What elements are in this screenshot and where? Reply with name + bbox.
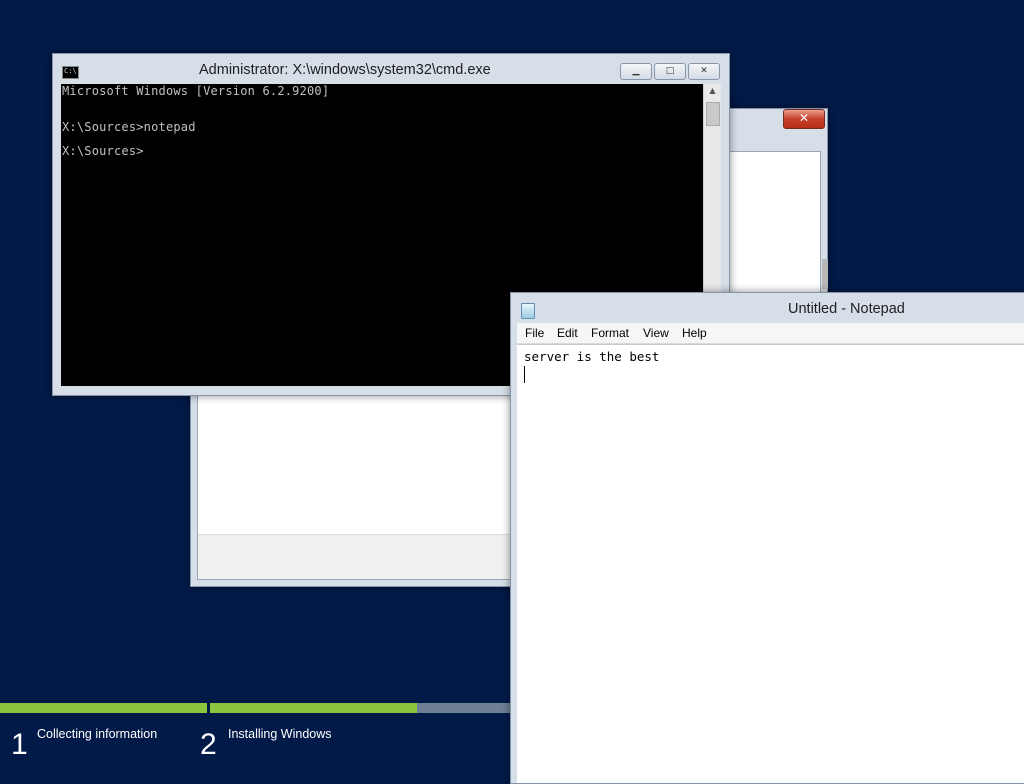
close-icon: ✕: [700, 66, 708, 76]
notepad-icon: [521, 303, 535, 319]
close-icon: ✕: [798, 111, 810, 125]
progress-fill-installing: [210, 703, 417, 713]
progress-bar-installing: [210, 703, 510, 713]
console-line: Microsoft Windows [Version 6.2.9200]: [62, 84, 330, 98]
setup-close-button[interactable]: ✕: [783, 109, 825, 129]
scroll-thumb[interactable]: [706, 102, 720, 126]
cmd-close-button[interactable]: ✕: [688, 63, 720, 80]
setup-scroll-thumb[interactable]: [822, 259, 828, 289]
console-line: X:\Sources>notepad: [62, 120, 196, 134]
menu-format[interactable]: Format: [591, 326, 629, 340]
notepad-text: server is the best: [524, 349, 660, 364]
notepad-window: Untitled - Notepad File Edit Format View…: [510, 292, 1024, 784]
maximize-icon: □: [665, 66, 675, 76]
notepad-menubar: File Edit Format View Help: [517, 323, 1024, 344]
cmd-icon: C:\: [62, 66, 79, 79]
notepad-window-title: Untitled - Notepad: [788, 301, 905, 317]
notepad-text-area[interactable]: server is the best: [517, 344, 1024, 783]
menu-edit[interactable]: Edit: [557, 326, 578, 340]
step-number: 2: [200, 728, 217, 761]
scroll-up-icon[interactable]: ▲: [704, 84, 721, 98]
menu-view[interactable]: View: [643, 326, 669, 340]
menu-help[interactable]: Help: [682, 326, 707, 340]
step-label: Collecting information: [37, 727, 158, 741]
menu-file[interactable]: File: [525, 326, 544, 340]
cmd-icon-glyph: C:\: [64, 67, 77, 75]
minimize-icon: ▁: [632, 66, 640, 76]
cmd-maximize-button[interactable]: □: [654, 63, 686, 80]
step-number: 1: [11, 728, 28, 761]
console-line: X:\Sources>: [62, 144, 144, 158]
cmd-minimize-button[interactable]: ▁: [620, 63, 652, 80]
cmd-window-title: Administrator: X:\windows\system32\cmd.e…: [199, 62, 491, 78]
step-label: Installing Windows: [228, 727, 332, 741]
text-caret: [524, 366, 525, 383]
progress-fill-collecting: [0, 703, 207, 713]
progress-bar-collecting: [0, 703, 207, 713]
